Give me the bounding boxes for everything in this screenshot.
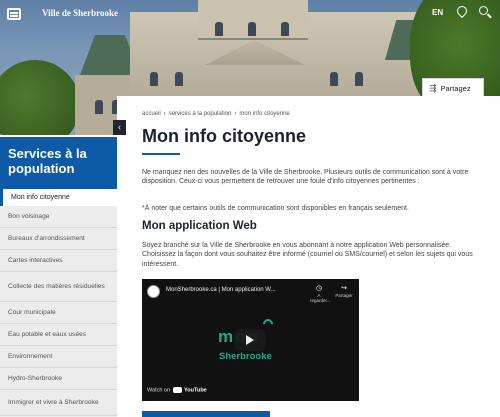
youtube-video-embed[interactable]: MonSherbrooke.ca | Mon application W... …	[142, 279, 359, 401]
video-title[interactable]: MonSherbrooke.ca | Mon application W...	[166, 287, 276, 293]
sidebar-item[interactable]: Immigrer et vivre à Sherbrooke	[0, 390, 117, 416]
section-paragraph: Soyez branché sur la Ville de Sherbrooke…	[142, 242, 473, 268]
watch-later-button[interactable]: ◷ À regarder...	[310, 285, 331, 303]
window	[175, 72, 183, 86]
sidebar-item[interactable]: Collecte des matières résiduelles	[0, 272, 117, 302]
sidebar-item[interactable]: Bon voisinage	[0, 206, 117, 228]
video-share-button[interactable]: ↪ Partager	[335, 285, 353, 298]
window	[355, 72, 363, 86]
next-section-button[interactable]	[142, 411, 270, 417]
watch-later-label: À regarder...	[310, 293, 331, 303]
intro-paragraph: Ne manquez rien des nouvelles de la Vill…	[142, 169, 469, 186]
sidebar-item[interactable]: Eau potable et eaux usées	[0, 324, 117, 346]
sidebar-item-active[interactable]: Mon info citoyenne	[0, 189, 117, 206]
menu-icon[interactable]	[7, 8, 21, 20]
search-icon[interactable]	[479, 6, 488, 15]
chevron-left-icon: ‹	[118, 122, 121, 132]
window	[150, 72, 158, 86]
breadcrumb-current: mon info citoyenne	[239, 111, 290, 117]
window	[95, 100, 103, 114]
page-title: Mon info citoyenne	[142, 126, 306, 146]
breadcrumb-services[interactable]: services à la population	[169, 111, 232, 117]
watch-on-label: Watch on	[147, 387, 171, 394]
video-share-label: Partager	[335, 293, 353, 298]
play-button[interactable]	[234, 329, 266, 351]
share-button-label: Partagez	[440, 83, 471, 93]
channel-avatar[interactable]	[147, 285, 160, 298]
sidebar: Services à la population Mon info citoye…	[0, 137, 117, 417]
sidebar-item[interactable]: Environnement	[0, 346, 117, 368]
site-name[interactable]: Ville de Sherbrooke	[42, 8, 118, 18]
note-paragraph: *À noter que certains outils de communic…	[142, 205, 409, 212]
sidebar-title[interactable]: Services à la population	[0, 137, 117, 189]
sidebar-item[interactable]: Hydro-Sherbrooke	[0, 368, 117, 390]
tree-left	[0, 60, 80, 135]
play-icon	[246, 335, 254, 345]
sidebar-item[interactable]: Cour municipale	[0, 302, 117, 324]
location-pin-icon[interactable]	[454, 3, 470, 19]
top-bar: Ville de Sherbrooke EN	[0, 0, 500, 28]
sherbrooke-logo-text: Sherbrooke	[219, 351, 272, 362]
share-button[interactable]: ⇶ Partagez	[422, 78, 484, 98]
watch-on-youtube-link[interactable]: Watch on YouTube	[147, 387, 207, 393]
main-content: accueil › services à la population › mon inf…	[117, 96, 500, 417]
section-title: Mon application Web	[142, 220, 257, 232]
youtube-label: YouTube	[184, 387, 207, 394]
breadcrumb-home[interactable]: accueil	[142, 111, 161, 117]
youtube-icon	[173, 387, 183, 393]
sidebar-item[interactable]: Cartes interactives	[0, 250, 117, 272]
title-underline	[142, 153, 180, 155]
sidebar-item[interactable]: Bureaux d'arrondissement	[0, 228, 117, 250]
language-link[interactable]: EN	[432, 8, 443, 17]
share-icon: ⇶	[429, 82, 437, 93]
window	[330, 72, 338, 86]
clock-icon: ◷	[315, 285, 323, 292]
breadcrumb: accueil › services à la population › mon inf…	[142, 111, 290, 117]
share-arrow-icon: ↪	[341, 285, 347, 292]
sidebar-collapse-button[interactable]: ‹	[113, 120, 126, 135]
